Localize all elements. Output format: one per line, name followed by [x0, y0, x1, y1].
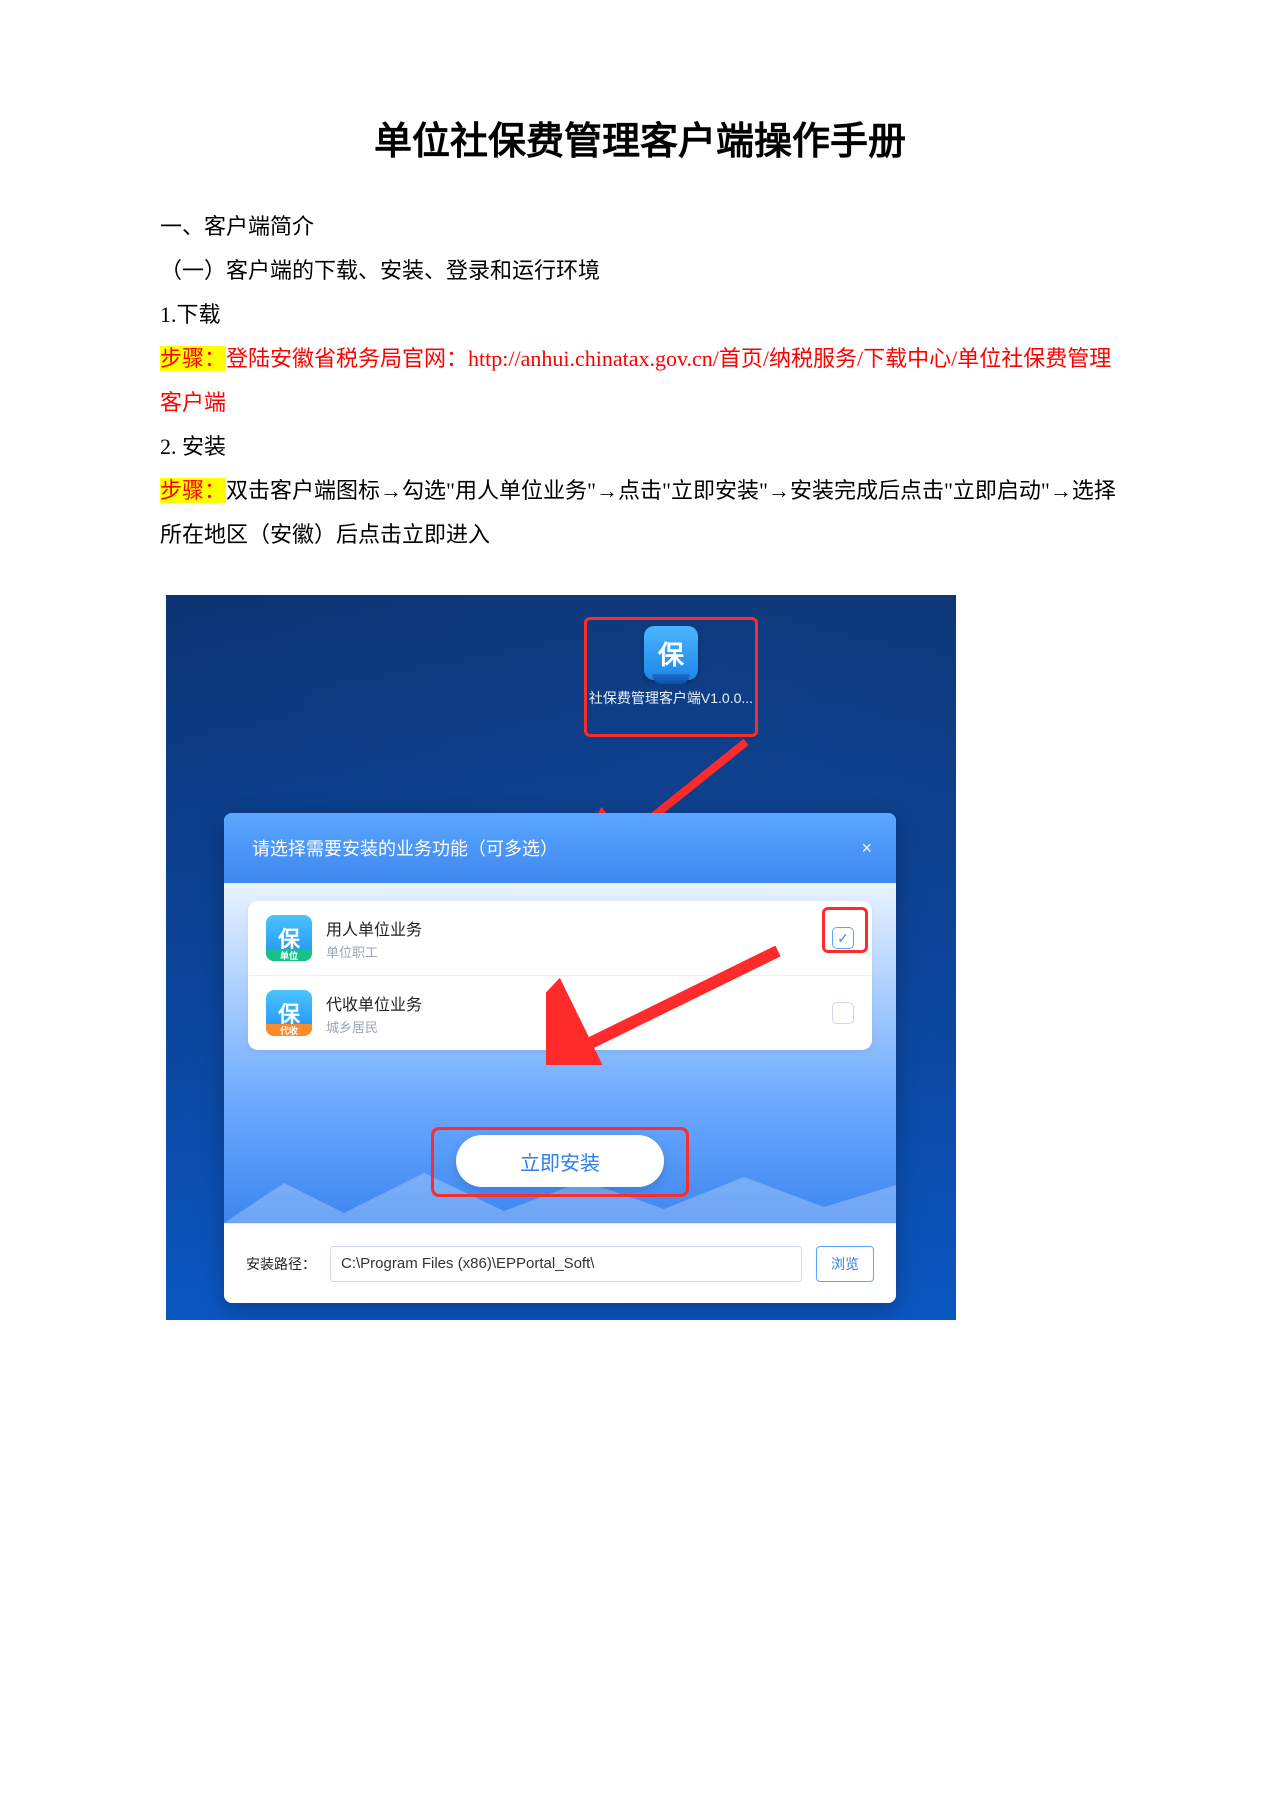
installer-header: 请选择需要安装的业务功能（可多选） × [224, 813, 896, 883]
installer-title: 请选择需要安装的业务功能（可多选） [252, 835, 558, 861]
installer-screenshot: 保 社保费管理客户端V1.0.0... 请选择需要安装的业务功能（可多选） × [166, 595, 956, 1320]
download-text: 登陆安徽省税务局官网：http://anhui.chinatax.gov.cn/… [160, 346, 1111, 415]
option-subtitle: 城乡居民 [326, 1017, 422, 1036]
document-title: 单位社保费管理客户端操作手册 [160, 110, 1120, 165]
install-step-label: 步骤： [160, 478, 226, 503]
annotation-arrow-icon [546, 945, 786, 1065]
install-text: 双击客户端图标→勾选"用人单位业务"→点击"立即安装"→安装完成后点击"立即启动… [160, 478, 1116, 547]
install-path-label: 安装路径： [246, 1254, 316, 1274]
close-icon[interactable]: × [861, 838, 872, 859]
app-icon-label: 社保费管理客户端V1.0.0... [587, 688, 755, 708]
annotation-install-highlight [431, 1127, 689, 1197]
download-heading: 1.下载 [160, 293, 1120, 337]
download-step: 步骤：登陆安徽省税务局官网：http://anhui.chinatax.gov.… [160, 337, 1120, 425]
option-icon-agency: 保 代收 [266, 990, 312, 1036]
desktop-icon-highlight: 保 社保费管理客户端V1.0.0... [584, 617, 758, 737]
section-1-heading: 一、客户端简介 [160, 205, 1120, 249]
install-heading: 2. 安装 [160, 425, 1120, 469]
option-checkbox-agency[interactable] [832, 1002, 854, 1024]
installer-footer: 安装路径： 浏览 [224, 1223, 896, 1303]
option-title: 代收单位业务 [326, 991, 422, 1015]
option-icon-band: 代收 [266, 1024, 312, 1036]
option-text: 代收单位业务 城乡居民 [326, 991, 422, 1036]
option-title: 用人单位业务 [326, 916, 422, 940]
option-text: 用人单位业务 单位职工 [326, 916, 422, 961]
install-path-input[interactable] [330, 1246, 802, 1282]
app-icon[interactable]: 保 [644, 626, 698, 680]
option-icon-employer: 保 单位 [266, 915, 312, 961]
annotation-checkbox-highlight [822, 907, 868, 953]
option-icon-band: 单位 [266, 949, 312, 961]
browse-button[interactable]: 浏览 [816, 1246, 874, 1282]
option-subtitle: 单位职工 [326, 942, 422, 961]
step-label: 步骤： [160, 346, 226, 371]
section-1-1-heading: （一）客户端的下载、安装、登录和运行环境 [160, 249, 1120, 293]
install-step: 步骤：双击客户端图标→勾选"用人单位业务"→点击"立即安装"→安装完成后点击"立… [160, 469, 1120, 557]
app-icon-glyph: 保 [658, 635, 684, 672]
